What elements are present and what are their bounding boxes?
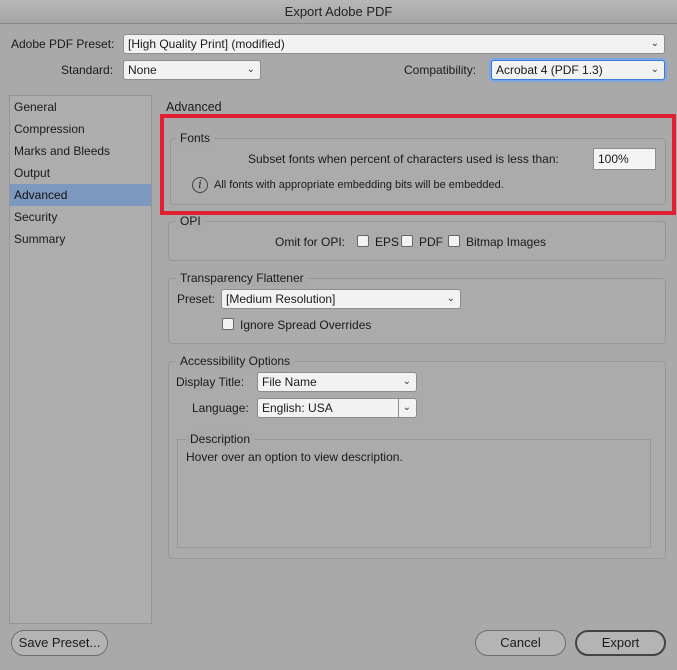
description-title: Description	[186, 431, 255, 447]
sidebar-item-advanced[interactable]: Advanced	[10, 184, 151, 206]
standard-label: Standard:	[61, 63, 114, 77]
sidebar-item-output[interactable]: Output	[10, 162, 151, 184]
opi-group	[168, 221, 666, 261]
chevron-down-icon: ⌄	[446, 293, 455, 304]
compatibility-label: Compatibility:	[404, 63, 477, 77]
preset-value: [High Quality Print] (modified)	[128, 37, 285, 51]
bitmap-images-label: Bitmap Images	[466, 235, 547, 249]
eps-checkbox[interactable]	[357, 235, 369, 247]
compatibility-select[interactable]: Acrobat 4 (PDF 1.3) ⌄	[491, 60, 665, 80]
chevron-down-icon: ⌄	[650, 64, 659, 75]
save-preset-button[interactable]: Save Preset...	[11, 630, 108, 656]
sidebar-item-general[interactable]: General	[10, 96, 151, 118]
sidebar-item-summary[interactable]: Summary	[10, 228, 151, 250]
display-title-value: File Name	[262, 375, 317, 389]
sidebar-item-compression[interactable]: Compression	[10, 118, 151, 140]
sidebar-item-marks-and-bleeds[interactable]: Marks and Bleeds	[10, 140, 151, 162]
pdf-checkbox[interactable]	[401, 235, 413, 247]
display-title-select[interactable]: File Name ⌄	[257, 372, 417, 392]
export-button[interactable]: Export	[575, 630, 666, 656]
ignore-spread-overrides-label: Ignore Spread Overrides	[240, 318, 372, 332]
chevron-down-icon: ⌄	[650, 38, 659, 49]
flattener-preset-select[interactable]: [Medium Resolution] ⌄	[221, 289, 461, 309]
pdf-label: PDF	[419, 235, 443, 249]
flattener-preset-label: Preset:	[177, 292, 216, 306]
compatibility-value: Acrobat 4 (PDF 1.3)	[496, 63, 603, 77]
language-label: Language:	[192, 401, 249, 415]
standard-value: None	[128, 63, 157, 77]
preset-select[interactable]: [High Quality Print] (modified) ⌄	[123, 34, 665, 54]
transparency-flattener-title: Transparency Flattener	[176, 270, 308, 286]
accessibility-options-title: Accessibility Options	[176, 353, 295, 369]
sidebar: General Compression Marks and Bleeds Out…	[9, 95, 152, 624]
window-title: Export Adobe PDF	[0, 0, 677, 24]
sidebar-item-security[interactable]: Security	[10, 206, 151, 228]
transparency-flattener-group	[168, 278, 666, 344]
omit-for-opi-label: Omit for OPI:	[275, 235, 346, 249]
language-value: English: USA	[262, 401, 333, 415]
language-combobox[interactable]: English: USA ⌄	[257, 398, 417, 418]
preset-label: Adobe PDF Preset:	[11, 37, 115, 51]
flattener-preset-value: [Medium Resolution]	[226, 292, 336, 306]
bitmap-images-checkbox[interactable]	[448, 235, 460, 247]
cancel-button[interactable]: Cancel	[475, 630, 566, 656]
chevron-down-icon: ⌄	[246, 64, 255, 75]
ignore-spread-overrides-checkbox[interactable]	[222, 318, 234, 330]
display-title-label: Display Title:	[176, 375, 245, 389]
opi-group-title: OPI	[176, 213, 205, 229]
chevron-down-icon: ⌄	[402, 376, 411, 387]
eps-label: EPS	[375, 235, 400, 249]
highlight-box	[160, 114, 676, 215]
standard-select[interactable]: None ⌄	[123, 60, 261, 80]
description-text: Hover over an option to view description…	[186, 450, 403, 464]
chevron-down-icon: ⌄	[397, 399, 411, 417]
